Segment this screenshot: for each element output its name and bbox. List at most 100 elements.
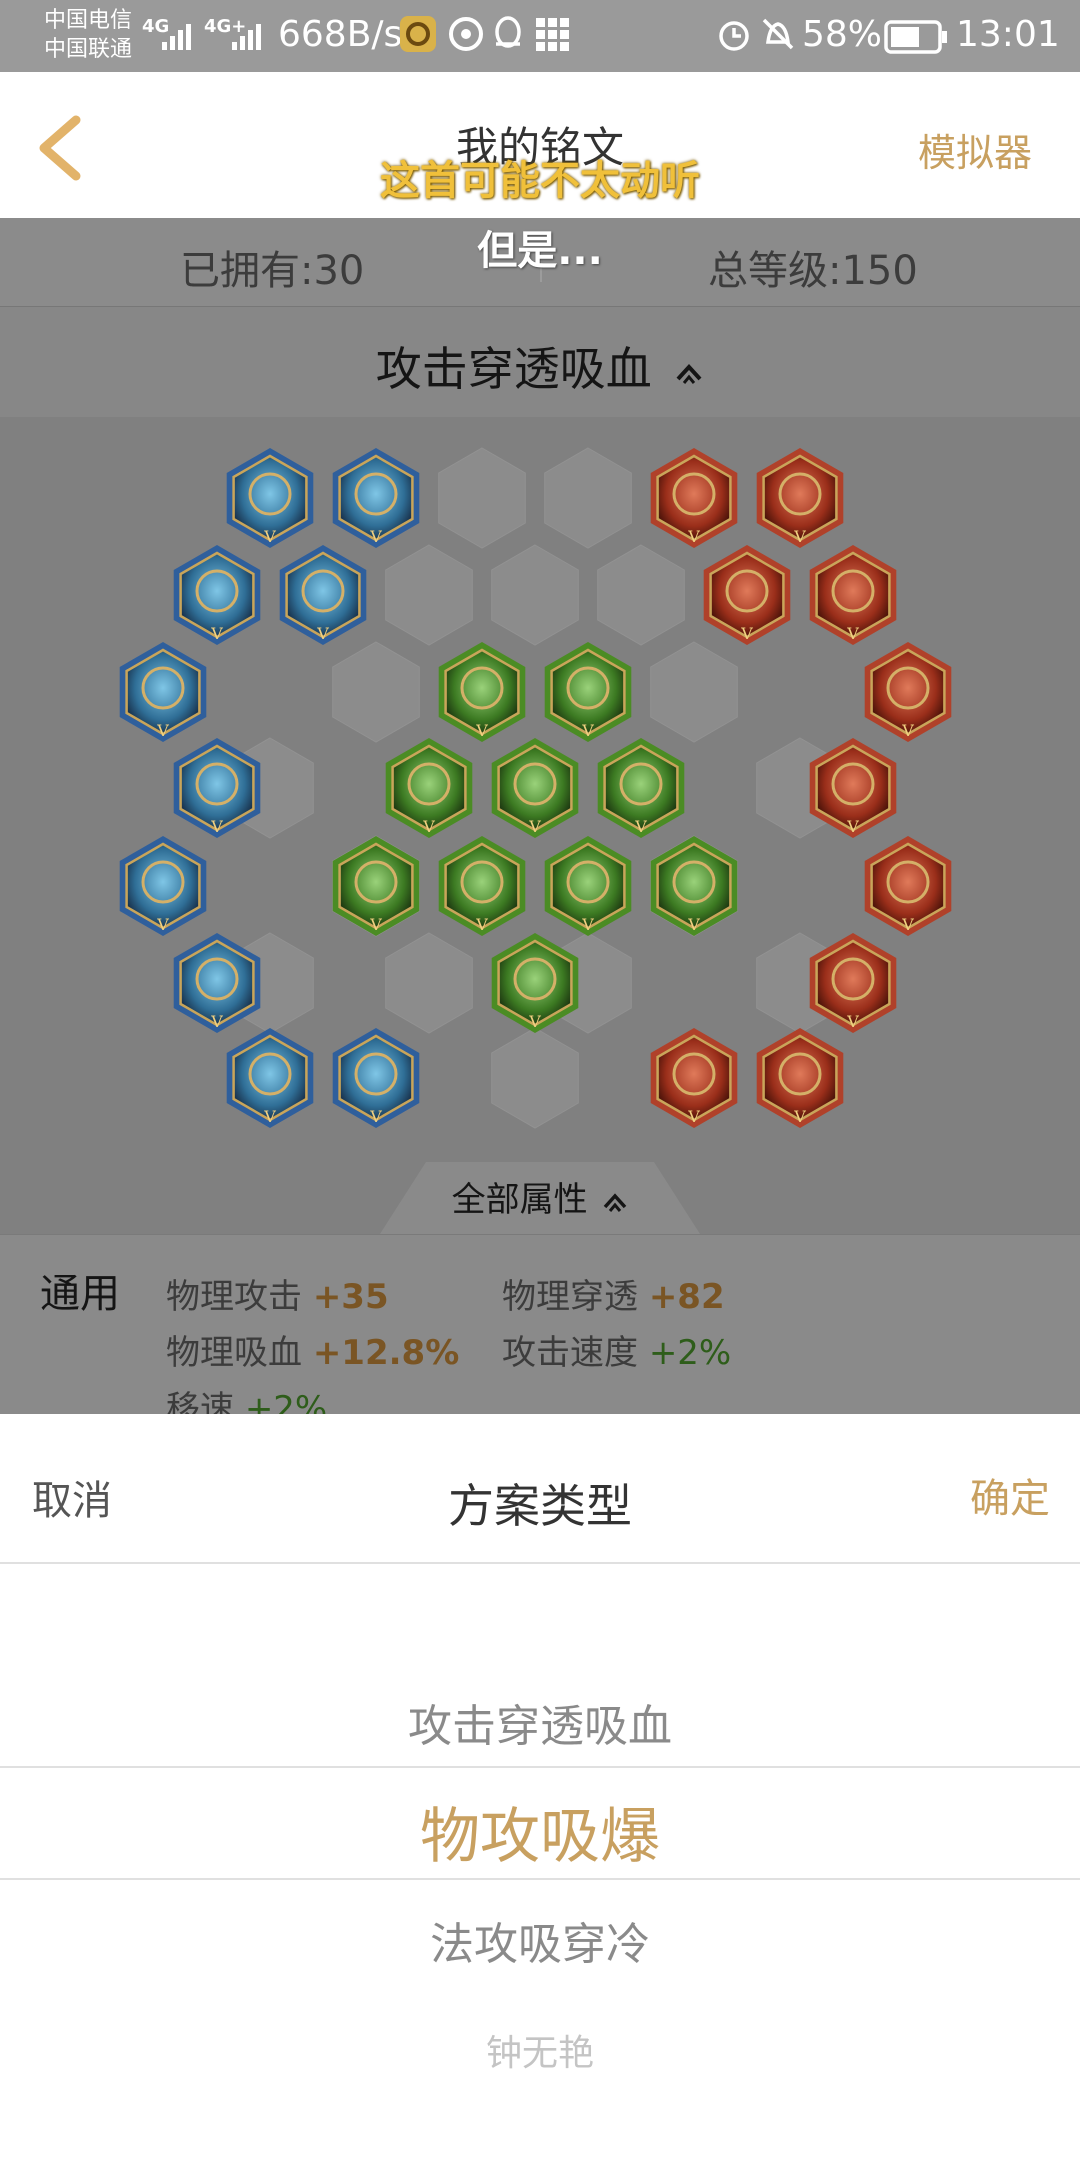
- rune-level: V: [475, 915, 488, 934]
- battery-icon: [884, 20, 947, 54]
- rune-level: V: [156, 721, 169, 740]
- battery-percent: 58%: [802, 14, 883, 55]
- carrier-2: 中国联通: [44, 37, 133, 62]
- rune-blue[interactable]: V: [332, 1028, 420, 1128]
- rune-level: V: [210, 1012, 223, 1031]
- rune-blue[interactable]: V: [119, 642, 207, 742]
- attribute-category: 通用: [40, 1271, 120, 1317]
- confirm-button[interactable]: 确定: [970, 1466, 1050, 1524]
- attr-label: 物理攻击: [166, 1277, 302, 1317]
- rune-level: V: [422, 817, 435, 836]
- signal-icon-2: [232, 24, 261, 50]
- carrier-labels: 中国电信 中国联通: [44, 6, 132, 64]
- rune-level: V: [634, 817, 647, 836]
- empty-slot: [385, 544, 473, 646]
- page-header: 我的铭文 模拟器 这首可能不太动听: [0, 72, 1080, 218]
- rune-level: V: [210, 624, 223, 643]
- empty-slot: [385, 932, 473, 1034]
- rune-green[interactable]: V: [650, 836, 738, 936]
- rune-level: V: [793, 1107, 806, 1126]
- rune-blue[interactable]: V: [226, 448, 314, 548]
- rune-red[interactable]: V: [864, 642, 952, 742]
- attr-value: +2%: [648, 1333, 732, 1373]
- apps-grid-icon: [536, 18, 569, 51]
- rune-level: V: [156, 915, 169, 934]
- rune-blue[interactable]: V: [173, 545, 261, 645]
- rune-red[interactable]: V: [703, 545, 791, 645]
- rune-blue[interactable]: V: [332, 448, 420, 548]
- plan-name-row: 攻击穿透吸血: [0, 333, 1080, 399]
- rune-level: V: [369, 527, 382, 546]
- picker-title: 方案类型: [448, 1479, 632, 1533]
- current-plan-name: 攻击穿透吸血: [375, 342, 652, 396]
- music-app-icon: [449, 17, 483, 51]
- rune-green[interactable]: V: [544, 642, 632, 742]
- qq-icon: [495, 16, 521, 48]
- rune-red[interactable]: V: [809, 545, 897, 645]
- selection-line-bottom: [0, 1878, 1080, 1880]
- rune-blue[interactable]: V: [119, 836, 207, 936]
- attribute-attack-speed: 攻击速度 +2%: [502, 1325, 731, 1374]
- rune-level: V: [846, 624, 859, 643]
- rune-level: V: [528, 817, 541, 836]
- attr-label: 物理吸血: [166, 1333, 302, 1373]
- attr-value: +82: [648, 1277, 725, 1317]
- rune-level: V: [528, 1012, 541, 1031]
- rune-level: V: [263, 527, 276, 546]
- plan-selector[interactable]: 攻击穿透吸血: [0, 307, 1080, 417]
- empty-slot: [438, 447, 526, 549]
- rune-blue[interactable]: V: [226, 1028, 314, 1128]
- rune-green[interactable]: V: [438, 642, 526, 742]
- rune-green[interactable]: V: [491, 738, 579, 838]
- signal-icon: [162, 24, 191, 50]
- rune-red[interactable]: V: [650, 1028, 738, 1128]
- carrier-1: 中国电信: [44, 8, 133, 33]
- rune-red[interactable]: V: [756, 1028, 844, 1128]
- picker-header-divider: [0, 1562, 1080, 1564]
- rune-level: V: [846, 817, 859, 836]
- rune-level: V: [793, 527, 806, 546]
- rune-level: V: [369, 915, 382, 934]
- attribute-lifesteal: 物理吸血 +12.8%: [166, 1325, 459, 1374]
- rune-level: V: [581, 915, 594, 934]
- rune-green[interactable]: V: [438, 836, 526, 936]
- rune-level: V: [263, 1107, 276, 1126]
- empty-slot: [491, 1027, 579, 1129]
- rune-green[interactable]: V: [597, 738, 685, 838]
- rune-level: V: [687, 915, 700, 934]
- rune-green[interactable]: V: [544, 836, 632, 936]
- empty-slot: [597, 544, 685, 646]
- picker-option[interactable]: 法攻吸穿冷: [0, 1908, 1080, 1972]
- rune-level: V: [740, 624, 753, 643]
- attribute-physical-attack: 物理攻击 +35: [166, 1269, 389, 1318]
- attr-label: 物理穿透: [502, 1277, 638, 1317]
- rune-board: V V V V V V V V V V V V V V V V V V V V V V V V V V V V V V: [119, 447, 952, 1129]
- empty-slot: [544, 447, 632, 549]
- attribute-physical-pen: 物理穿透 +82: [502, 1269, 725, 1318]
- rune-blue[interactable]: V: [279, 545, 367, 645]
- rune-green[interactable]: V: [385, 738, 473, 838]
- rune-level: V: [846, 1012, 859, 1031]
- all-attributes-label: 全部属性: [451, 1180, 588, 1220]
- empty-slot: [650, 641, 738, 743]
- selection-line-top: [0, 1766, 1080, 1768]
- rune-level: V: [369, 1107, 382, 1126]
- empty-slot: [491, 544, 579, 646]
- summary-bar: 已拥有:30 总等级:150 但是...: [0, 218, 1080, 307]
- rune-red[interactable]: V: [650, 448, 738, 548]
- rune-red[interactable]: V: [756, 448, 844, 548]
- rune-level: V: [316, 624, 329, 643]
- chevron-up-icon-small: [604, 1192, 627, 1212]
- picker-option[interactable]: 攻击穿透吸血: [0, 1690, 1080, 1754]
- rune-level: V: [687, 1107, 700, 1126]
- picker-option-selected[interactable]: 物攻吸爆: [0, 1788, 1080, 1875]
- rune-level: V: [901, 721, 914, 740]
- rune-green[interactable]: V: [332, 836, 420, 936]
- clock: 13:01: [956, 14, 1060, 55]
- empty-slot: [332, 641, 420, 743]
- rune-red[interactable]: V: [864, 836, 952, 936]
- picker-option[interactable]: 钟无艳: [0, 2024, 1080, 2076]
- video-subtitle-2: 但是...: [477, 228, 603, 274]
- attr-label: 攻击速度: [502, 1333, 638, 1373]
- rune-level: V: [475, 721, 488, 740]
